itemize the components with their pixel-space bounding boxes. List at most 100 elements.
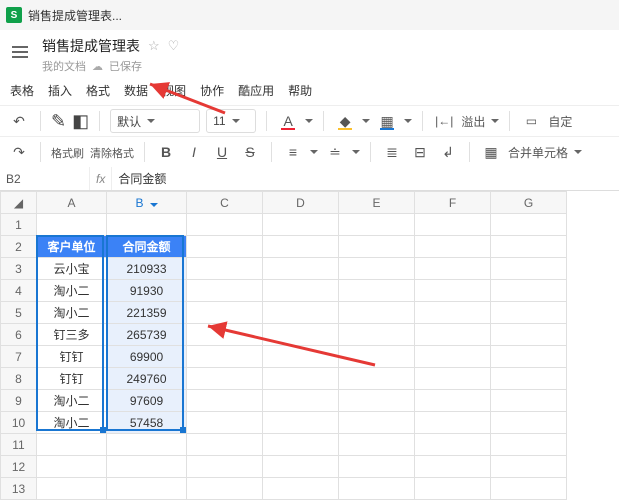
cell[interactable] (415, 434, 491, 456)
cell[interactable] (263, 346, 339, 368)
cell[interactable] (263, 280, 339, 302)
cell[interactable] (263, 412, 339, 434)
bold-button[interactable]: B (155, 140, 177, 164)
font-color-button[interactable]: A (277, 109, 299, 133)
chevron-down-icon[interactable] (362, 119, 370, 123)
chevron-down-icon[interactable] (574, 150, 582, 154)
col-header-c[interactable]: C (187, 192, 263, 214)
cell[interactable]: 淘小二 (37, 390, 107, 412)
table-row[interactable]: 8钉钉249760 (1, 368, 567, 390)
table-row[interactable]: 9淘小二97609 (1, 390, 567, 412)
row-header[interactable]: 7 (1, 346, 37, 368)
row-header[interactable]: 12 (1, 456, 37, 478)
row-header[interactable]: 5 (1, 302, 37, 324)
format-painter-label-stack[interactable]: 格式刷 (51, 143, 84, 161)
row-header[interactable]: 11 (1, 434, 37, 456)
cell[interactable] (263, 236, 339, 258)
strikethrough-button[interactable]: S (239, 140, 261, 164)
row-header[interactable]: 13 (1, 478, 37, 500)
cell[interactable] (415, 214, 491, 236)
table-row[interactable]: 5淘小二221359 (1, 302, 567, 324)
align-middle-button[interactable]: ⊟ (409, 140, 431, 164)
underline-button[interactable]: U (211, 140, 233, 164)
row-header[interactable]: 4 (1, 280, 37, 302)
cell[interactable]: 钉钉 (37, 368, 107, 390)
cell[interactable] (415, 324, 491, 346)
cell[interactable] (415, 412, 491, 434)
cell[interactable] (187, 302, 263, 324)
table-row[interactable]: 11 (1, 434, 567, 456)
cell[interactable]: 97609 (107, 390, 187, 412)
cell[interactable] (263, 258, 339, 280)
col-header-g[interactable]: G (491, 192, 567, 214)
cell[interactable] (187, 324, 263, 346)
row-header[interactable]: 3 (1, 258, 37, 280)
cell[interactable] (491, 236, 567, 258)
cell[interactable] (187, 412, 263, 434)
chevron-down-icon[interactable] (491, 119, 499, 123)
cell[interactable] (339, 478, 415, 500)
cell[interactable] (415, 390, 491, 412)
cell[interactable] (491, 214, 567, 236)
cell[interactable] (187, 214, 263, 236)
cell[interactable] (263, 302, 339, 324)
chevron-down-icon[interactable] (352, 150, 360, 154)
cell[interactable] (339, 280, 415, 302)
table-row[interactable]: 7钉钉69900 (1, 346, 567, 368)
cell[interactable] (187, 346, 263, 368)
undo-button[interactable]: ↶ (8, 109, 30, 133)
cell[interactable] (187, 280, 263, 302)
col-header-f[interactable]: F (415, 192, 491, 214)
row-header[interactable]: 1 (1, 214, 37, 236)
cell[interactable] (491, 434, 567, 456)
cell[interactable] (187, 478, 263, 500)
grid[interactable]: ◢ A B C D E F G 12客户单位合同金额3云小宝2109334淘小二… (0, 191, 567, 500)
menu-format[interactable]: 格式 (86, 82, 110, 99)
cell[interactable] (339, 214, 415, 236)
chevron-down-icon[interactable] (305, 119, 313, 123)
cell[interactable] (187, 236, 263, 258)
cell[interactable] (339, 324, 415, 346)
cell[interactable] (37, 434, 107, 456)
my-docs-link[interactable]: 我的文档 (42, 58, 86, 74)
cell[interactable]: 合同金额 (107, 236, 187, 258)
cell[interactable] (339, 434, 415, 456)
italic-button[interactable]: I (183, 140, 205, 164)
star-icon[interactable]: ☆ (148, 38, 160, 54)
cell[interactable] (491, 324, 567, 346)
menu-view[interactable]: 视图 (162, 82, 186, 99)
row-header[interactable]: 8 (1, 368, 37, 390)
cell[interactable] (491, 390, 567, 412)
cell[interactable] (491, 456, 567, 478)
merge-cells-button[interactable]: ▦ (480, 140, 502, 164)
cell[interactable] (263, 456, 339, 478)
border-color-button[interactable]: ▦ (376, 109, 398, 133)
menu-icon[interactable] (12, 42, 32, 62)
cell[interactable] (415, 280, 491, 302)
cell[interactable]: 249760 (107, 368, 187, 390)
custom-button[interactable]: ▭ (520, 109, 542, 133)
cell[interactable]: 淘小二 (37, 412, 107, 434)
format-painter-button[interactable]: ✎ (51, 112, 66, 130)
cell[interactable] (339, 346, 415, 368)
formula-input[interactable]: 合同金额 (112, 167, 619, 190)
table-row[interactable]: 6钉三多265739 (1, 324, 567, 346)
fx-icon[interactable]: fx (90, 167, 112, 190)
chevron-down-icon[interactable] (404, 119, 412, 123)
col-header-b[interactable]: B (107, 192, 187, 214)
name-box[interactable]: B2 (0, 167, 90, 190)
cell[interactable] (415, 346, 491, 368)
cell[interactable] (339, 302, 415, 324)
cell[interactable] (37, 214, 107, 236)
spreadsheet[interactable]: ◢ A B C D E F G 12客户单位合同金额3云小宝2109334淘小二… (0, 191, 619, 500)
cell[interactable] (37, 478, 107, 500)
cell[interactable] (187, 368, 263, 390)
cell[interactable]: 91930 (107, 280, 187, 302)
cell[interactable] (107, 478, 187, 500)
cell[interactable] (339, 412, 415, 434)
row-header[interactable]: 10 (1, 412, 37, 434)
fill-color-button[interactable]: ◆ (334, 109, 356, 133)
clear-format-button[interactable]: ◧ (72, 112, 89, 130)
cell[interactable] (37, 456, 107, 478)
row-header[interactable]: 9 (1, 390, 37, 412)
